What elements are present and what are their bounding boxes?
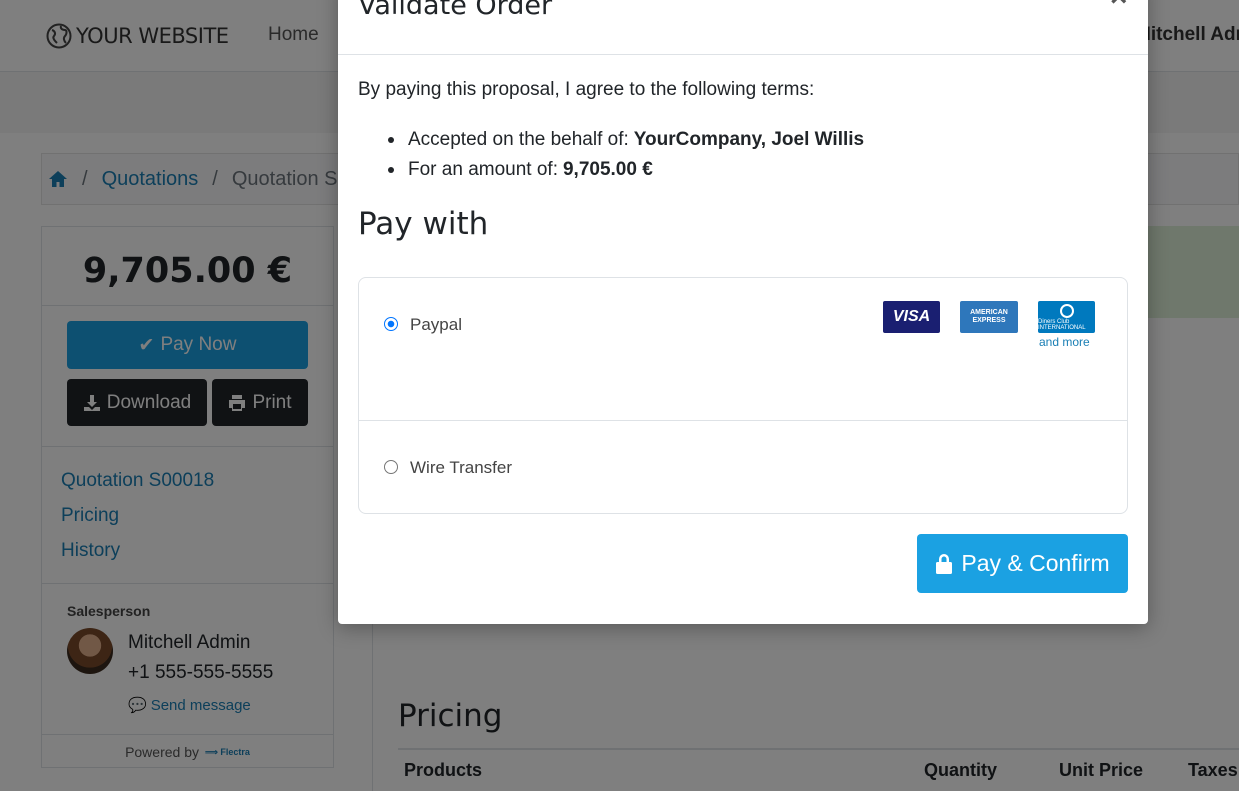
term-label: For an amount of: bbox=[408, 159, 558, 180]
payment-methods: Paypal VISA AMERICAN EXPRESS Diners Club… bbox=[358, 277, 1128, 514]
term-label: Accepted on the behalf of: bbox=[408, 129, 629, 150]
pay-with-title: Pay with bbox=[358, 206, 489, 242]
pay-confirm-label: Pay & Confirm bbox=[961, 550, 1110, 576]
and-more-link[interactable]: and more bbox=[1039, 335, 1090, 349]
lock-icon bbox=[936, 553, 953, 574]
paypal-label[interactable]: Paypal bbox=[410, 315, 462, 335]
wire-transfer-label[interactable]: Wire Transfer bbox=[410, 458, 512, 478]
paypal-radio[interactable] bbox=[384, 317, 398, 331]
term-value: 9,705.00 € bbox=[562, 159, 653, 180]
visa-icon: VISA bbox=[883, 301, 940, 333]
terms-intro: By paying this proposal, I agree to the … bbox=[358, 79, 815, 100]
diners-club-icon: Diners Club INTERNATIONAL bbox=[1038, 301, 1095, 333]
close-icon[interactable]: × bbox=[1110, 0, 1128, 12]
term-value: YourCompany, Joel Willis bbox=[633, 129, 865, 150]
payment-divider bbox=[359, 420, 1127, 421]
modal-title: Validate Order bbox=[358, 0, 553, 21]
modal-header-divider bbox=[338, 54, 1148, 55]
term-amount: For an amount of: 9,705.00 € bbox=[388, 159, 653, 181]
validate-order-modal: Validate Order × By paying this proposal… bbox=[338, 0, 1148, 624]
wire-transfer-radio[interactable] bbox=[384, 460, 398, 474]
amex-icon: AMERICAN EXPRESS bbox=[960, 301, 1018, 333]
pay-confirm-button[interactable]: Pay & Confirm bbox=[917, 534, 1128, 593]
term-accepted-by: Accepted on the behalf of: YourCompany, … bbox=[388, 129, 864, 151]
